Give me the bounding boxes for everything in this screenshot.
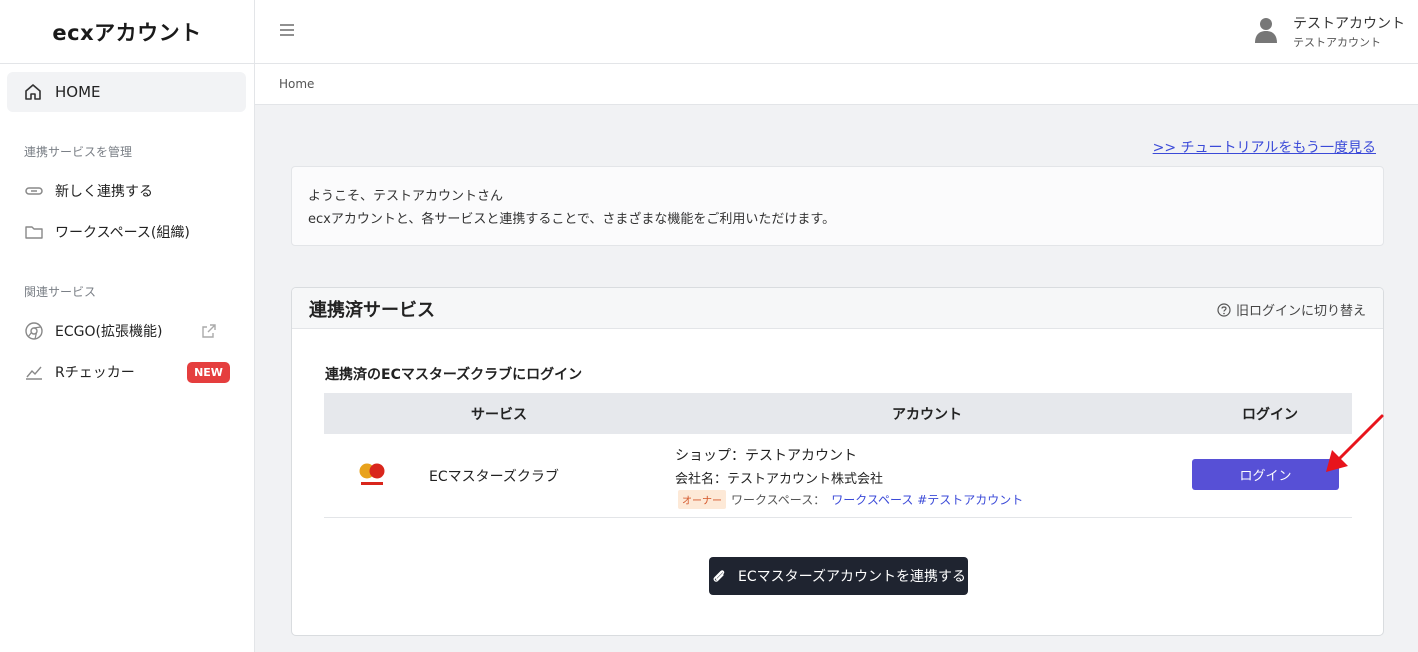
card-subtitle: 連携済のECマスターズクラブにログイン — [325, 367, 583, 383]
breadcrumb-bar: Home — [255, 64, 1418, 105]
sidebar-item-home-label: HOME — [55, 83, 101, 101]
hamburger-menu-icon[interactable] — [279, 22, 295, 38]
sidebar-item-ecgo[interactable]: ECGO(拡張機能) — [24, 320, 162, 342]
sidebar-item-label: 新しく連携する — [55, 184, 153, 200]
user-avatar-icon[interactable] — [1255, 16, 1277, 44]
account-shop: ショップ：テストアカウント — [675, 448, 857, 464]
service-name: ECマスターズクラブ — [429, 469, 559, 485]
account-workspace: オーナー ワークスペース： ワークスペース #テストアカウント — [678, 490, 1023, 509]
tutorial-link[interactable]: >> チュートリアルをもう一度見る — [1153, 137, 1376, 157]
section-label-related: 関連サービス — [24, 285, 97, 299]
workspace-label: ワークスペース： — [731, 493, 826, 507]
paperclip-icon — [713, 570, 725, 582]
home-icon — [23, 82, 43, 102]
app-logo[interactable]: ecxアカウント — [0, 0, 254, 64]
help-circle-icon — [1217, 302, 1231, 317]
connect-button-label: ECマスターズアカウントを連携する — [738, 569, 966, 585]
chrome-icon — [24, 321, 44, 341]
link-icon — [24, 181, 44, 201]
table-header: サービス アカウント ログイン — [324, 393, 1352, 434]
old-login-switch[interactable]: 旧ログインに切り替え — [1217, 300, 1366, 319]
owner-badge: オーナー — [678, 490, 726, 509]
breadcrumb: Home — [279, 77, 315, 91]
sidebar: ecxアカウント HOME 連携サービスを管理 新しく連携する ワークスペース(… — [0, 0, 255, 652]
column-header-service: サービス — [471, 407, 527, 423]
sidebar-item-label: Rチェッカー — [55, 365, 135, 381]
column-header-login: ログイン — [1242, 407, 1298, 423]
welcome-greeting: ようこそ、テストアカウントさん — [308, 189, 504, 204]
section-label-manage: 連携サービスを管理 — [24, 145, 133, 159]
folder-icon — [24, 222, 44, 242]
user-subtitle: テストアカウント — [1293, 36, 1381, 49]
ec-masters-logo-icon — [359, 463, 385, 485]
connect-ec-masters-button[interactable]: ECマスターズアカウントを連携する — [709, 557, 968, 595]
sidebar-item-new-link[interactable]: 新しく連携する — [24, 180, 153, 202]
account-company: 会社名：テストアカウント株式会社 — [675, 472, 884, 487]
top-header: テストアカウント テストアカウント — [255, 0, 1418, 64]
red-arrow-annotation-icon — [1326, 414, 1384, 472]
new-badge: NEW — [187, 362, 230, 383]
welcome-description: ecxアカウントと、各サービスと連携することで、さまざまな機能をご利用いただけま… — [308, 212, 836, 227]
sidebar-item-rchecker[interactable]: Rチェッカー — [24, 361, 135, 383]
card-header: 連携済サービス 旧ログインに切り替え — [292, 288, 1383, 329]
sidebar-item-label: ワークスペース(組織) — [55, 225, 190, 241]
external-link-icon[interactable] — [200, 322, 218, 340]
workspace-link[interactable]: ワークスペース #テストアカウント — [831, 491, 1023, 508]
login-button[interactable]: ログイン — [1192, 459, 1339, 490]
chart-line-icon — [24, 362, 44, 382]
sidebar-item-workspace[interactable]: ワークスペース(組織) — [24, 221, 190, 243]
column-header-account: アカウント — [892, 407, 962, 423]
welcome-box: ようこそ、テストアカウントさん ecxアカウントと、各サービスと連携することで、… — [291, 166, 1384, 246]
old-login-label: 旧ログインに切り替え — [1235, 304, 1366, 319]
card-title: 連携済サービス — [309, 300, 435, 321]
sidebar-item-label: ECGO(拡張機能) — [55, 324, 163, 340]
linked-services-card: 連携済サービス 旧ログインに切り替え 連携済のECマスターズクラブにログイン サ… — [291, 287, 1384, 636]
sidebar-item-home[interactable]: HOME — [7, 72, 246, 112]
user-name[interactable]: テストアカウント — [1293, 13, 1405, 33]
table-row: ECマスターズクラブ ショップ：テストアカウント 会社名：テストアカウント株式会… — [324, 434, 1352, 518]
